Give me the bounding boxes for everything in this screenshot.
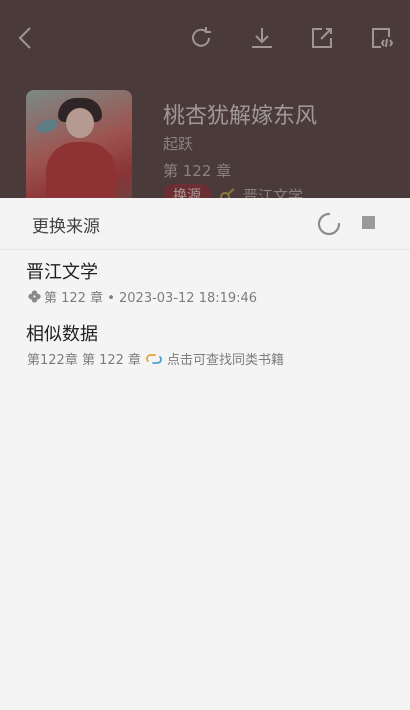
book-cover[interactable] [26, 90, 132, 200]
refresh-book-button[interactable] [181, 18, 221, 58]
source-meta-hint[interactable]: 点击可查找同类书籍 [167, 349, 284, 368]
stop-search-button[interactable] [362, 216, 375, 229]
source-code-button[interactable] [362, 18, 402, 58]
download-icon [252, 28, 272, 48]
code-file-icon [372, 28, 394, 48]
book-title: 桃杏犹解嫁东风 [163, 104, 318, 129]
edit-button[interactable] [302, 18, 342, 58]
source-name: 晋江文学 [26, 262, 98, 283]
book-author[interactable]: 起跃 [163, 133, 193, 154]
source-meta-text: 第 122 章 • 2023-03-12 18:19:46 [44, 291, 258, 306]
top-toolbar [0, 18, 410, 58]
sheet-header: 更换来源 [0, 198, 410, 250]
back-arrow-icon [18, 27, 31, 49]
source-list: 晋江文学 第 122 章 • 2023-03-12 18:19:46 相似数据 … [0, 250, 410, 374]
download-button[interactable] [242, 18, 282, 58]
sheet-title: 更换来源 [32, 217, 100, 237]
book-detail-background: 桃杏犹解嫁东风 起跃 第 122 章 换源 晋江文学 [0, 0, 410, 200]
edit-icon [312, 28, 332, 48]
source-meta: 第122章 第 122 章 点击可查找同类书籍 [27, 349, 284, 368]
source-meta: 第 122 章 • 2023-03-12 18:19:46 [27, 287, 257, 306]
clover-icon [28, 290, 41, 303]
list-item[interactable]: 晋江文学 第 122 章 • 2023-03-12 18:19:46 [0, 250, 410, 312]
change-source-sheet: 更换来源 晋江文学 第 122 章 • 2023-03-12 18:19:46 … [0, 198, 410, 710]
book-chapter: 第 122 章 [163, 162, 232, 180]
source-name: 相似数据 [26, 324, 98, 345]
refresh-icon [192, 27, 211, 47]
link-icon [146, 353, 162, 364]
list-item[interactable]: 相似数据 第122章 第 122 章 点击可查找同类书籍 [0, 312, 410, 374]
back-button[interactable] [6, 18, 46, 58]
source-meta-chapters: 第122章 第 122 章 [27, 353, 142, 368]
loading-refresh-icon[interactable] [315, 210, 343, 238]
